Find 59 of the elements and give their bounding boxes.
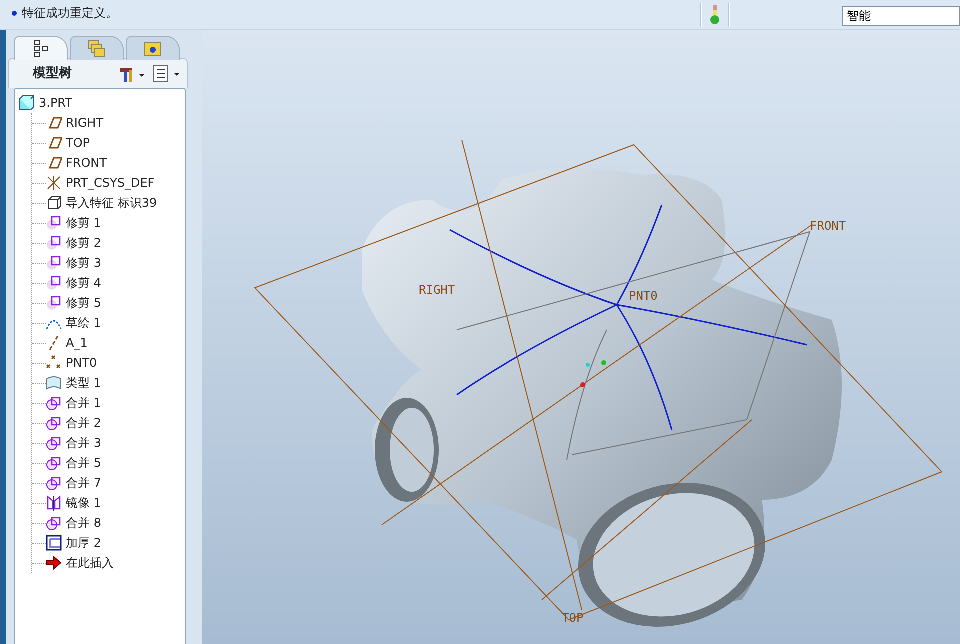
- tree-item[interactable]: A_1: [66, 334, 88, 352]
- tools-icon[interactable]: [119, 66, 147, 82]
- cube-icon: [46, 195, 62, 211]
- surface-icon: [46, 375, 62, 391]
- list-settings-icon[interactable]: [153, 64, 183, 82]
- insert-arrow-icon: [46, 555, 62, 571]
- folders-icon: [88, 40, 106, 58]
- tree-item[interactable]: 修剪 4: [66, 274, 102, 292]
- tree-item[interactable]: PNT0: [66, 354, 98, 372]
- tree-item[interactable]: 3.PRT: [39, 94, 72, 112]
- datum-label: FRONT: [810, 219, 846, 233]
- tree-item[interactable]: 加厚 2: [66, 534, 102, 552]
- plane-icon: [46, 135, 62, 151]
- tree-item[interactable]: TOP: [66, 134, 90, 152]
- csys-icon: [46, 175, 62, 191]
- tree-item[interactable]: 导入特征 标识39: [66, 194, 158, 212]
- mirror-icon: [46, 495, 62, 511]
- tree-item[interactable]: 修剪 3: [66, 254, 102, 272]
- tree-item[interactable]: 在此插入: [66, 554, 114, 572]
- merge-icon: [46, 395, 62, 411]
- thicken-icon: [46, 535, 62, 551]
- tree-item[interactable]: 合并 3: [66, 434, 102, 452]
- datum-label: RIGHT: [419, 283, 456, 297]
- tree-item[interactable]: 合并 5: [66, 454, 102, 472]
- tree-item[interactable]: PRT_CSYS_DEF: [66, 174, 155, 192]
- filter-field[interactable]: 智能: [842, 6, 960, 26]
- trim-icon: [46, 275, 62, 291]
- tree-item[interactable]: 修剪 1: [66, 214, 102, 232]
- tree-item[interactable]: 合并 1: [66, 394, 102, 412]
- tree-item[interactable]: 草绘 1: [66, 314, 102, 332]
- tree-item[interactable]: 合并 7: [66, 474, 102, 492]
- merge-icon: [46, 475, 62, 491]
- trim-icon: [46, 215, 62, 231]
- part-icon: [19, 95, 35, 111]
- tree-item[interactable]: 类型 1: [66, 374, 102, 392]
- tree-item[interactable]: 合并 8: [66, 514, 102, 532]
- tree-item[interactable]: 合并 2: [66, 414, 102, 432]
- tree-item[interactable]: RIGHT: [66, 114, 104, 132]
- merge-icon: [46, 435, 62, 451]
- tree-item[interactable]: 修剪 2: [66, 234, 102, 252]
- bullet-icon: [12, 10, 17, 16]
- datum-label: PNT0: [629, 289, 658, 303]
- tree-item[interactable]: 修剪 5: [66, 294, 102, 312]
- folder-icon: [144, 40, 162, 58]
- panel-tab[interactable]: [14, 36, 68, 60]
- plane-icon: [46, 115, 62, 131]
- panel-title: 模型树: [33, 64, 72, 83]
- plane-icon: [46, 155, 62, 171]
- trim-icon: [46, 295, 62, 311]
- point-icon: [46, 355, 62, 371]
- merge-icon: [46, 515, 62, 531]
- merge-icon: [46, 415, 62, 431]
- tree-icon: [32, 40, 50, 58]
- tree-item[interactable]: 镜像 1: [66, 494, 102, 512]
- tree-item[interactable]: FRONT: [66, 154, 107, 172]
- message-text: 特征成功重定义。: [22, 5, 118, 22]
- trim-icon: [46, 235, 62, 251]
- trim-icon: [46, 255, 62, 271]
- merge-icon: [46, 455, 62, 471]
